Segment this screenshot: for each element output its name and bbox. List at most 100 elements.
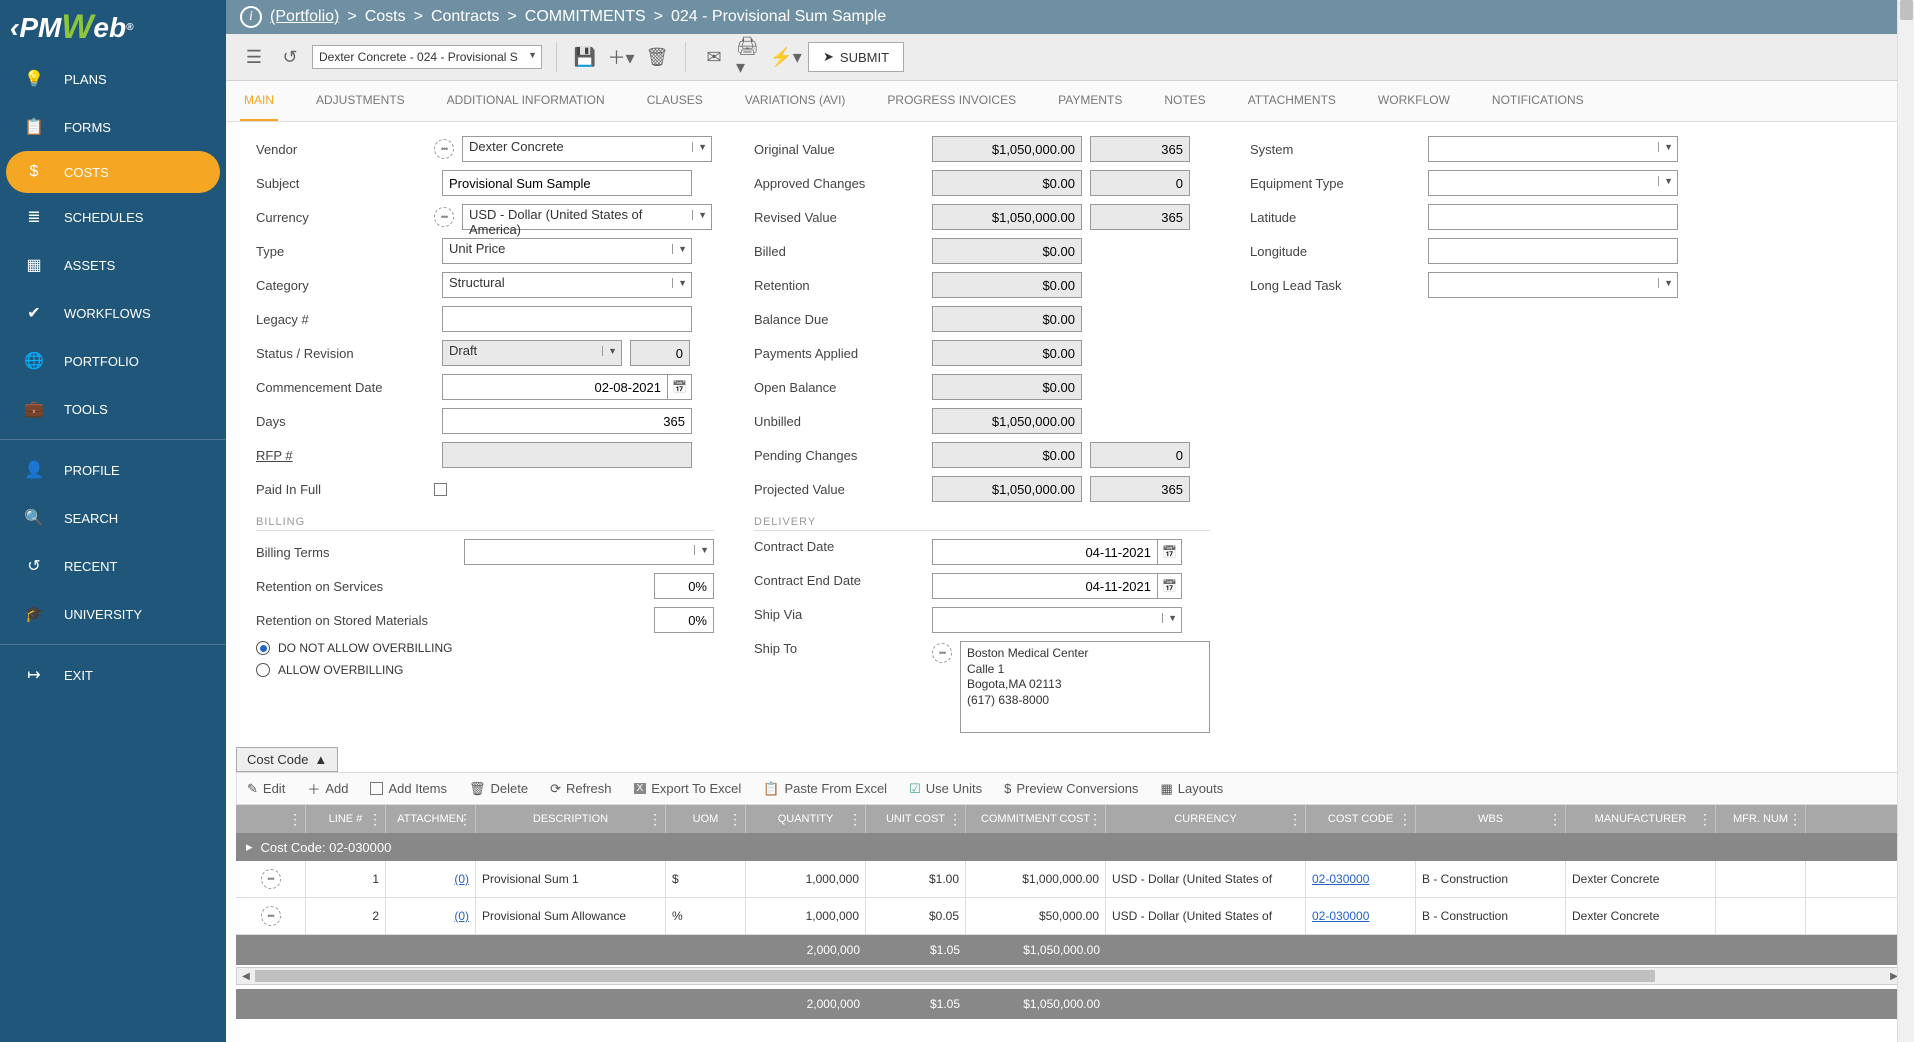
tab-notes[interactable]: NOTES bbox=[1160, 81, 1209, 121]
retentiononservices-input[interactable] bbox=[654, 573, 714, 599]
col-mfrnum[interactable]: MFR. NUM⋮ bbox=[1716, 805, 1806, 833]
bolt-icon[interactable]: ⚡▾ bbox=[772, 43, 800, 71]
lookup-icon[interactable]: ••• bbox=[932, 643, 952, 663]
breadcrumb-portfolio[interactable]: (Portfolio) bbox=[270, 8, 339, 26]
sidebar-item-costs[interactable]: $COSTS bbox=[6, 151, 220, 193]
col-uom[interactable]: UOM⋮ bbox=[666, 805, 746, 833]
list-icon[interactable]: ☰ bbox=[240, 43, 268, 71]
billingterms-select[interactable] bbox=[464, 539, 714, 565]
col-menu-icon[interactable]: ⋮ bbox=[848, 811, 862, 828]
col-costcode[interactable]: COST CODE⋮ bbox=[1306, 805, 1416, 833]
vendor-select[interactable]: Dexter Concrete bbox=[462, 136, 712, 162]
horizontal-scrollbar[interactable]: ◀ ▶ bbox=[236, 967, 1904, 985]
info-icon[interactable]: i bbox=[240, 6, 262, 28]
delete-icon[interactable]: 🗑 bbox=[643, 43, 671, 71]
tab-variationsavi[interactable]: VARIATIONS (AVI) bbox=[741, 81, 850, 121]
edit-button[interactable]: ✎Edit bbox=[247, 781, 285, 797]
col-quantity[interactable]: QUANTITY⋮ bbox=[746, 805, 866, 833]
legacy-input[interactable] bbox=[442, 306, 692, 332]
sidebar-item-workflows[interactable]: ✔WORKFLOWS bbox=[0, 289, 226, 337]
sidebar-item-plans[interactable]: 💡PLANS bbox=[0, 55, 226, 103]
print-icon[interactable]: 🖨▾ bbox=[736, 43, 764, 71]
tab-main[interactable]: MAIN bbox=[240, 81, 278, 121]
col-menu-icon[interactable]: ⋮ bbox=[648, 811, 662, 828]
lookup-icon[interactable]: ••• bbox=[434, 207, 454, 227]
sidebar-item-recent[interactable]: ↺RECENT bbox=[0, 542, 226, 590]
category-select[interactable]: Structural bbox=[442, 272, 692, 298]
paidinfull-checkbox[interactable] bbox=[434, 483, 447, 496]
tab-notifications[interactable]: NOTIFICATIONS bbox=[1488, 81, 1588, 121]
sidebar-item-tools[interactable]: 💼TOOLS bbox=[0, 385, 226, 433]
sidebar-item-assets[interactable]: ▦ASSETS bbox=[0, 241, 226, 289]
grid-tab-costcode[interactable]: Cost Code▲ bbox=[236, 747, 338, 772]
sidebar-item-university[interactable]: 🎓UNIVERSITY bbox=[0, 590, 226, 638]
no-overbill-radio[interactable] bbox=[256, 641, 270, 655]
tab-attachments[interactable]: ATTACHMENTS bbox=[1244, 81, 1340, 121]
sidebar-item-exit[interactable]: ↦EXIT bbox=[0, 651, 226, 699]
longleadtask-select[interactable] bbox=[1428, 272, 1678, 298]
col-attachmen[interactable]: ATTACHMEN⋮ bbox=[386, 805, 476, 833]
attachment-link[interactable]: (0) bbox=[454, 872, 469, 886]
paste-button[interactable]: 📋Paste From Excel bbox=[763, 781, 887, 797]
col-menu-icon[interactable]: ⋮ bbox=[1288, 811, 1302, 828]
lookup-icon[interactable]: ••• bbox=[434, 139, 454, 159]
sidebar-item-schedules[interactable]: ≣SCHEDULES bbox=[0, 193, 226, 241]
refresh-button[interactable]: ⟳Refresh bbox=[550, 781, 611, 797]
add-icon[interactable]: ＋▾ bbox=[607, 43, 635, 71]
sidebar-item-profile[interactable]: 👤PROFILE bbox=[0, 446, 226, 494]
costcode-link[interactable]: 02-030000 bbox=[1312, 909, 1369, 923]
col-unitcost[interactable]: UNIT COST⋮ bbox=[866, 805, 966, 833]
calendar-icon[interactable] bbox=[1158, 539, 1182, 565]
breadcrumb-costs[interactable]: Costs bbox=[365, 8, 406, 26]
add-button[interactable]: ＋Add bbox=[307, 779, 348, 798]
attachment-link[interactable]: (0) bbox=[454, 909, 469, 923]
longitude-input[interactable] bbox=[1428, 238, 1678, 264]
col-wbs[interactable]: WBS⋮ bbox=[1416, 805, 1566, 833]
sidebar-item-portfolio[interactable]: 🌐PORTFOLIO bbox=[0, 337, 226, 385]
sidebar-item-forms[interactable]: 📋FORMS bbox=[0, 103, 226, 151]
contractdate-input[interactable] bbox=[932, 539, 1158, 565]
days-input[interactable] bbox=[442, 408, 692, 434]
type-select[interactable]: Unit Price bbox=[442, 238, 692, 264]
currency-select[interactable]: USD - Dollar (United States of America) bbox=[462, 204, 712, 230]
scroll-thumb[interactable] bbox=[1900, 0, 1913, 20]
calendar-icon[interactable] bbox=[668, 374, 692, 400]
col-action[interactable]: ⋮ bbox=[236, 805, 306, 833]
layouts-button[interactable]: ▦Layouts bbox=[1160, 781, 1223, 797]
table-row[interactable]: •••2(0)Provisional Sum Allowance%1,000,0… bbox=[236, 898, 1904, 935]
preview-button[interactable]: $Preview Conversions bbox=[1004, 781, 1138, 796]
col-menu-icon[interactable]: ⋮ bbox=[288, 811, 302, 828]
commencementdate-input[interactable] bbox=[442, 374, 668, 400]
col-menu-icon[interactable]: ⋮ bbox=[1548, 811, 1562, 828]
allow-overbill-radio[interactable] bbox=[256, 663, 270, 677]
tab-workflow[interactable]: WORKFLOW bbox=[1374, 81, 1454, 121]
submit-button[interactable]: ➤SUBMIT bbox=[808, 42, 904, 72]
row-menu-icon[interactable]: ••• bbox=[261, 906, 281, 926]
col-menu-icon[interactable]: ⋮ bbox=[1398, 811, 1412, 828]
tab-clauses[interactable]: CLAUSES bbox=[643, 81, 707, 121]
col-menu-icon[interactable]: ⋮ bbox=[1788, 811, 1802, 828]
record-selector[interactable]: Dexter Concrete - 024 - Provisional S bbox=[312, 45, 542, 69]
tab-payments[interactable]: PAYMENTS bbox=[1054, 81, 1126, 121]
row-menu-icon[interactable]: ••• bbox=[261, 869, 281, 889]
col-menu-icon[interactable]: ⋮ bbox=[948, 811, 962, 828]
equipmenttype-select[interactable] bbox=[1428, 170, 1678, 196]
col-menu-icon[interactable]: ⋮ bbox=[458, 811, 472, 828]
col-description[interactable]: DESCRIPTION⋮ bbox=[476, 805, 666, 833]
breadcrumb-contracts[interactable]: Contracts bbox=[431, 8, 499, 26]
shipvia-select[interactable] bbox=[932, 607, 1182, 633]
costcode-link[interactable]: 02-030000 bbox=[1312, 872, 1369, 886]
col-menu-icon[interactable]: ⋮ bbox=[1698, 811, 1712, 828]
calendar-icon[interactable] bbox=[1158, 573, 1182, 599]
col-manufacturer[interactable]: MANUFACTURER⋮ bbox=[1566, 805, 1716, 833]
latitude-input[interactable] bbox=[1428, 204, 1678, 230]
col-menu-icon[interactable]: ⋮ bbox=[1088, 811, 1102, 828]
col-currency[interactable]: CURRENCY⋮ bbox=[1106, 805, 1306, 833]
vertical-scrollbar[interactable] bbox=[1897, 0, 1914, 1042]
col-commitmentcost[interactable]: COMMITMENT COST⋮ bbox=[966, 805, 1106, 833]
sidebar-item-search[interactable]: 🔍SEARCH bbox=[0, 494, 226, 542]
useunits-button[interactable]: ☑Use Units bbox=[909, 781, 982, 797]
mail-icon[interactable]: ✉ bbox=[700, 43, 728, 71]
delete-button[interactable]: 🗑Delete bbox=[469, 781, 528, 797]
tab-progressinvoices[interactable]: PROGRESS INVOICES bbox=[883, 81, 1020, 121]
